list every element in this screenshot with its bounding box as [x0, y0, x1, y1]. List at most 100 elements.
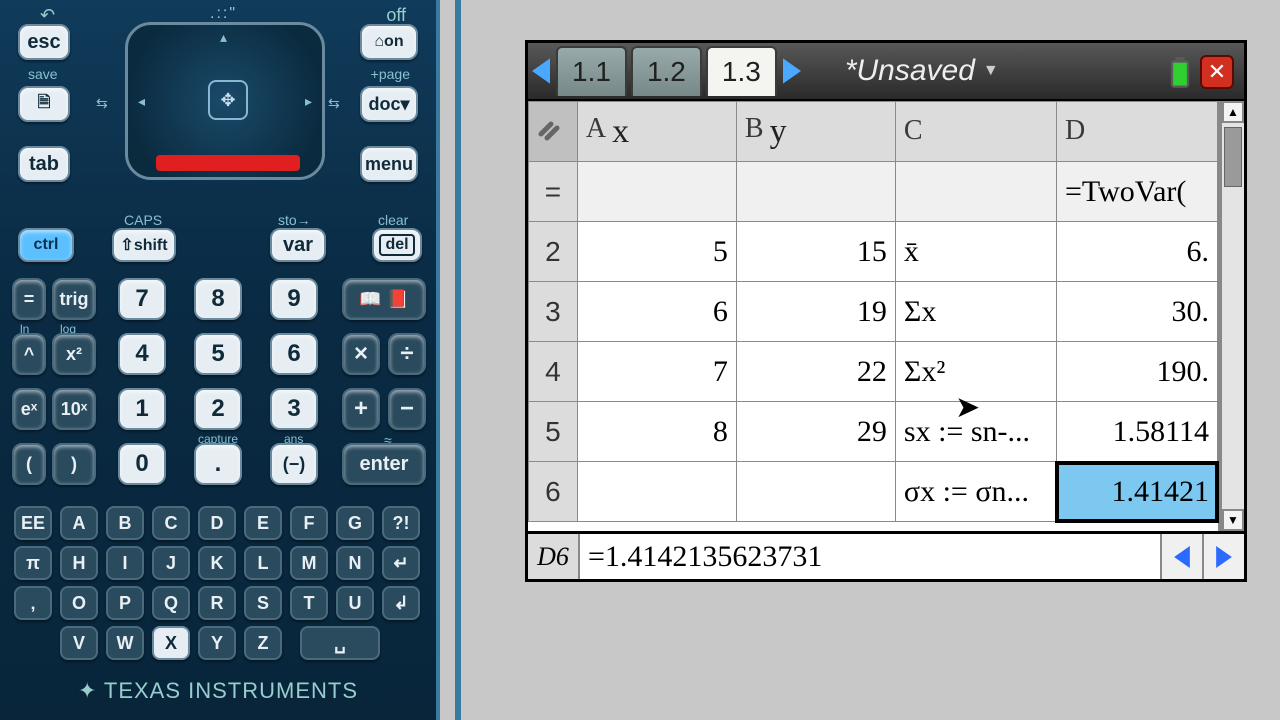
save-key[interactable]: 🗎: [18, 86, 70, 122]
key-9[interactable]: 9: [270, 278, 318, 320]
tenx-key[interactable]: 10ˣ: [52, 388, 96, 430]
formula-c[interactable]: [895, 162, 1056, 222]
touchpad[interactable]: ▴ ◂ ▸ ✥: [125, 22, 325, 180]
key-7[interactable]: 7: [118, 278, 166, 320]
doc-key[interactable]: doc▾: [360, 86, 418, 122]
formula-b[interactable]: [736, 162, 895, 222]
key-6[interactable]: 6: [270, 333, 318, 375]
shift-key[interactable]: ⇧shift: [112, 228, 176, 262]
key-s[interactable]: S: [244, 586, 282, 620]
cell[interactable]: 6.: [1056, 222, 1217, 282]
key-c[interactable]: C: [152, 506, 190, 540]
key-0[interactable]: 0: [118, 443, 166, 485]
row-header[interactable]: 2: [529, 222, 578, 282]
cell[interactable]: x̄: [895, 222, 1056, 282]
divide-key[interactable]: ÷: [388, 333, 426, 375]
enter-key[interactable]: enter: [342, 443, 426, 485]
multiply-key[interactable]: ×: [342, 333, 380, 375]
row-header[interactable]: 4: [529, 342, 578, 402]
cell[interactable]: [577, 462, 736, 522]
cell-value-input[interactable]: =1.4142135623731: [580, 534, 1160, 579]
tab-1-2[interactable]: 1.2: [631, 46, 702, 96]
cell[interactable]: 19: [736, 282, 895, 342]
key-4[interactable]: 4: [118, 333, 166, 375]
key-l[interactable]: L: [244, 546, 282, 580]
decimal-key[interactable]: .: [194, 443, 242, 485]
key-d[interactable]: D: [198, 506, 236, 540]
scroll-thumb[interactable]: [1224, 127, 1242, 187]
cell[interactable]: Σx: [895, 282, 1056, 342]
cell[interactable]: sx := sn-...: [895, 402, 1056, 462]
key-v[interactable]: V: [60, 626, 98, 660]
scroll-up-icon[interactable]: ▲: [1222, 101, 1244, 123]
rparen-key[interactable]: ): [52, 443, 96, 485]
negate-key[interactable]: (−): [270, 443, 318, 485]
trig-key[interactable]: trig: [52, 278, 96, 320]
key-y[interactable]: Y: [198, 626, 236, 660]
key-b[interactable]: B: [106, 506, 144, 540]
key-z[interactable]: Z: [244, 626, 282, 660]
key-q[interactable]: Q: [152, 586, 190, 620]
cell[interactable]: 8: [577, 402, 736, 462]
close-button[interactable]: ✕: [1200, 55, 1234, 89]
tab-1-1[interactable]: 1.1: [556, 46, 627, 96]
esc-key[interactable]: esc: [18, 24, 70, 60]
cell[interactable]: 29: [736, 402, 895, 462]
grid-corner[interactable]: [529, 102, 578, 162]
col-header-c[interactable]: C: [895, 102, 1056, 162]
cell[interactable]: 30.: [1056, 282, 1217, 342]
entry-prev-button[interactable]: [1160, 534, 1202, 579]
var-key[interactable]: var: [270, 228, 326, 262]
key-f[interactable]: F: [290, 506, 328, 540]
equals-key[interactable]: =: [12, 278, 46, 320]
key-‚[interactable]: ‚: [14, 586, 52, 620]
key-5[interactable]: 5: [194, 333, 242, 375]
cell[interactable]: 190.: [1056, 342, 1217, 402]
key-1[interactable]: 1: [118, 388, 166, 430]
entry-next-button[interactable]: [1202, 534, 1244, 579]
space-key[interactable]: ␣: [300, 626, 380, 660]
key-a[interactable]: A: [60, 506, 98, 540]
key-k[interactable]: K: [198, 546, 236, 580]
vertical-scrollbar[interactable]: ▲ ▼: [1220, 101, 1244, 531]
key-ee[interactable]: EE: [14, 506, 52, 540]
key-h[interactable]: H: [60, 546, 98, 580]
key-o[interactable]: O: [60, 586, 98, 620]
ctrl-key[interactable]: ctrl: [18, 228, 74, 262]
key-u[interactable]: U: [336, 586, 374, 620]
key-e[interactable]: E: [244, 506, 282, 540]
key-n[interactable]: N: [336, 546, 374, 580]
menu-key[interactable]: menu: [360, 146, 418, 182]
catalog-key[interactable]: 📖 📕: [342, 278, 426, 320]
col-header-d[interactable]: D: [1056, 102, 1217, 162]
key-j[interactable]: J: [152, 546, 190, 580]
touchpad-bottom-bar[interactable]: [156, 155, 300, 171]
key-3[interactable]: 3: [270, 388, 318, 430]
formula-a[interactable]: [577, 162, 736, 222]
cell[interactable]: 22: [736, 342, 895, 402]
cell[interactable]: 6: [577, 282, 736, 342]
touchpad-click[interactable]: ✥: [208, 80, 248, 120]
tab-1-3[interactable]: 1.3: [706, 46, 777, 96]
key-8[interactable]: 8: [194, 278, 242, 320]
key-w[interactable]: W: [106, 626, 144, 660]
tab-prev-icon[interactable]: [532, 58, 550, 84]
formula-d[interactable]: =TwoVar(: [1056, 162, 1217, 222]
cell[interactable]: 1.41421: [1056, 462, 1217, 522]
col-header-b[interactable]: By: [736, 102, 895, 162]
key-r[interactable]: R: [198, 586, 236, 620]
key-t[interactable]: T: [290, 586, 328, 620]
key-?![interactable]: ?!: [382, 506, 420, 540]
spreadsheet-grid[interactable]: Ax By C D = =TwoVar( 2515x̄6.3619Σx30.47…: [528, 101, 1220, 531]
cell[interactable]: Σx²: [895, 342, 1056, 402]
row-header[interactable]: 6: [529, 462, 578, 522]
del-key[interactable]: del: [372, 228, 422, 262]
cell[interactable]: 1.58114: [1056, 402, 1217, 462]
key-↵[interactable]: ↵: [382, 546, 420, 580]
cell[interactable]: [736, 462, 895, 522]
key-g[interactable]: G: [336, 506, 374, 540]
plus-key[interactable]: +: [342, 388, 380, 430]
minus-key[interactable]: −: [388, 388, 426, 430]
lparen-key[interactable]: (: [12, 443, 46, 485]
on-key[interactable]: ⌂on: [360, 24, 418, 60]
